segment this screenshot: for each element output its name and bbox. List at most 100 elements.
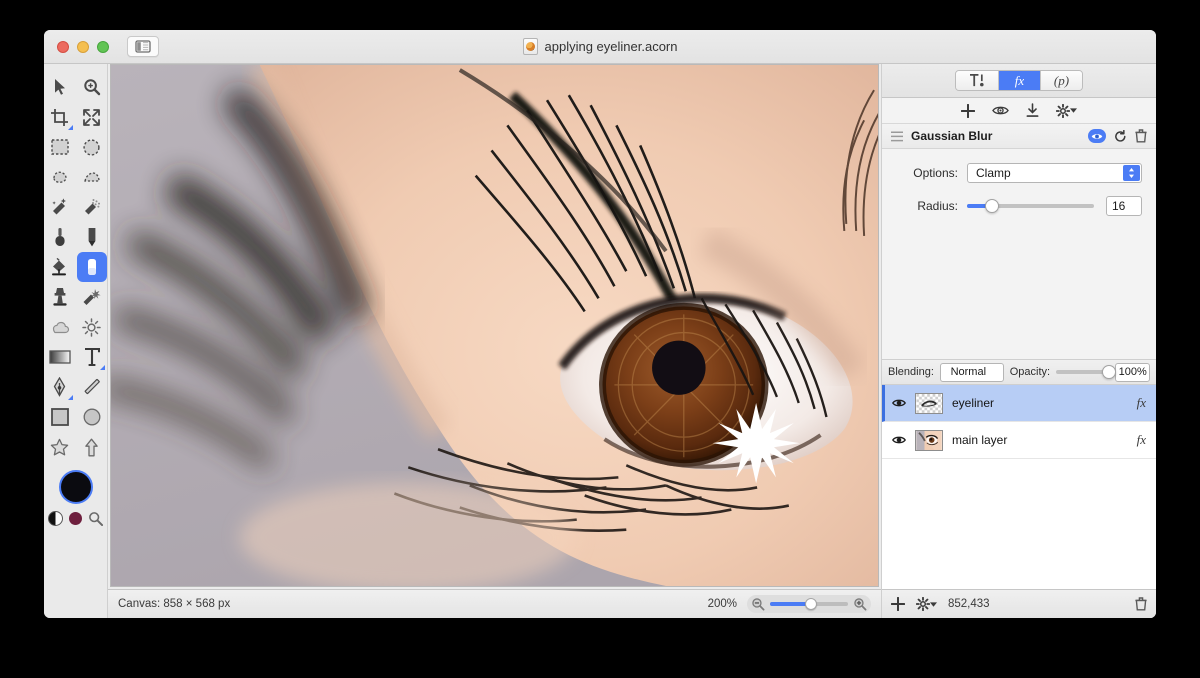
zoom-slider[interactable] [747,595,871,613]
filter-header-gaussian-blur[interactable]: Gaussian Blur [882,124,1156,149]
arrow-select-tool[interactable] [45,72,75,102]
add-layer-icon[interactable] [891,597,905,611]
options-select[interactable]: Clamp [967,163,1142,183]
move-tool[interactable] [77,102,107,132]
tool-row [44,102,107,132]
filter-parameters: Options: Clamp Radius: 16 [882,149,1156,229]
up-arrow-icon [85,438,98,456]
preview-filter-icon[interactable] [992,104,1009,117]
layer-visibility-icon[interactable] [892,398,906,408]
delete-layer-icon[interactable] [1135,597,1147,611]
brush-tool[interactable] [45,222,75,252]
rectangle-select-icon [50,139,69,155]
tool-palette [44,64,108,618]
options-stepper-icon[interactable] [1123,165,1140,181]
color-picker-magnifier-icon[interactable] [88,511,103,526]
sidebar-panel-icon [135,40,151,53]
opacity-value-field[interactable]: 100% [1115,362,1150,382]
blending-stepper-icon[interactable] [986,365,993,379]
dodge-burn-tool[interactable] [77,312,107,342]
paint-bucket-icon [51,257,66,276]
sidebar-toggle-button[interactable] [127,36,159,57]
layer-fx-badge-main-layer[interactable]: fx [1137,432,1146,448]
elliptical-marquee-tool[interactable] [77,132,107,162]
secondary-color-swatch[interactable] [69,512,82,525]
layer-options-gear-icon[interactable] [916,597,937,611]
tab-filters[interactable]: fx [998,71,1040,90]
window-body: Canvas: 858 × 568 px 200% fx (p) Gaussia… [44,64,1156,618]
chevron-down-icon [930,601,937,607]
layer-visibility-icon[interactable] [892,435,906,445]
filter-visibility-toggle[interactable] [1088,129,1106,143]
crop-tool[interactable] [45,102,75,132]
arrow-shape-tool[interactable] [77,432,107,462]
close-button[interactable] [57,40,69,53]
bezier-pen-tool[interactable] [45,372,75,402]
gradient-tool[interactable] [45,342,75,372]
zoom-slider-track[interactable] [770,598,848,610]
zoom-tool[interactable] [77,72,107,102]
magic-wand-tool[interactable] [45,192,75,222]
text-tool[interactable] [77,342,107,372]
eraser-tool[interactable] [76,252,107,282]
chevron-down-icon [1070,108,1077,113]
rectangle-shape-tool[interactable] [45,402,75,432]
rectangle-icon [50,408,69,426]
drag-handle-icon[interactable] [891,130,903,142]
add-filter-icon[interactable] [961,103,975,118]
canvas-area[interactable] [108,64,881,589]
zoom-slider-thumb[interactable] [804,598,817,610]
image-canvas[interactable] [110,64,879,587]
foreground-color-swatch[interactable] [58,470,93,504]
layer-fx-badge-eyeliner[interactable]: fx [1137,395,1146,411]
opacity-value: 100% [1118,366,1147,378]
layers-bottom-bar: 852,433 [882,589,1156,618]
filter-radius-row: Radius: 16 [896,196,1142,216]
layer-row-main-layer[interactable]: main layer fx [882,422,1156,459]
blending-mode-select[interactable]: Normal [939,362,1004,382]
opacity-label: Opacity: [1009,366,1051,378]
download-filter-icon[interactable] [1026,103,1039,118]
lasso-tool[interactable] [45,162,75,192]
instant-alpha-tool[interactable] [77,192,107,222]
opacity-slider-track[interactable] [1056,365,1117,379]
star-shape-tool[interactable] [45,432,75,462]
tool-submenu-indicator [99,365,105,370]
rectangular-marquee-tool[interactable] [45,132,75,162]
tab-tools[interactable] [956,71,998,90]
radius-value: 16 [1112,199,1126,213]
layer-row-eyeliner[interactable]: eyeliner fx [882,385,1156,422]
options-label: Options: [913,166,958,180]
polygon-lasso-tool[interactable] [77,162,107,192]
ellipse-shape-tool[interactable] [77,402,107,432]
zoom-button[interactable] [97,40,109,53]
clone-stamp-tool[interactable] [45,282,75,312]
paint-bucket-tool[interactable] [45,252,75,282]
delete-filter-icon[interactable] [1135,129,1147,143]
minimize-button[interactable] [77,40,89,53]
swap-colors-icon[interactable] [48,511,63,526]
tab-palette[interactable]: (p) [1040,71,1082,90]
blur-tool[interactable] [45,312,75,342]
magnifier-plus-icon [83,79,100,96]
pencil-icon [88,228,95,247]
filter-name-label: Gaussian Blur [911,129,993,143]
pencil-tool[interactable] [77,222,107,252]
filter-options-gear-icon[interactable] [1056,103,1077,118]
zoom-out-icon[interactable] [751,597,765,611]
layer-name-main-layer: main layer [952,433,1008,447]
eraser-icon [87,259,96,275]
smudge-tool[interactable] [77,282,107,312]
color-controls-row [48,511,103,526]
panel-segmented-control[interactable]: fx (p) [955,70,1083,91]
line-tool[interactable] [77,372,107,402]
reset-filter-icon[interactable] [1114,129,1127,143]
radius-slider-thumb[interactable] [985,199,1000,213]
filter-list-empty-area [882,229,1156,359]
canvas-container: Canvas: 858 × 568 px 200% [108,64,882,618]
zoom-in-icon[interactable] [853,597,867,611]
radius-slider-track[interactable] [967,199,1094,213]
opacity-slider-thumb[interactable] [1102,365,1117,379]
polygon-lasso-icon [83,172,100,182]
radius-value-field[interactable]: 16 [1106,196,1142,216]
